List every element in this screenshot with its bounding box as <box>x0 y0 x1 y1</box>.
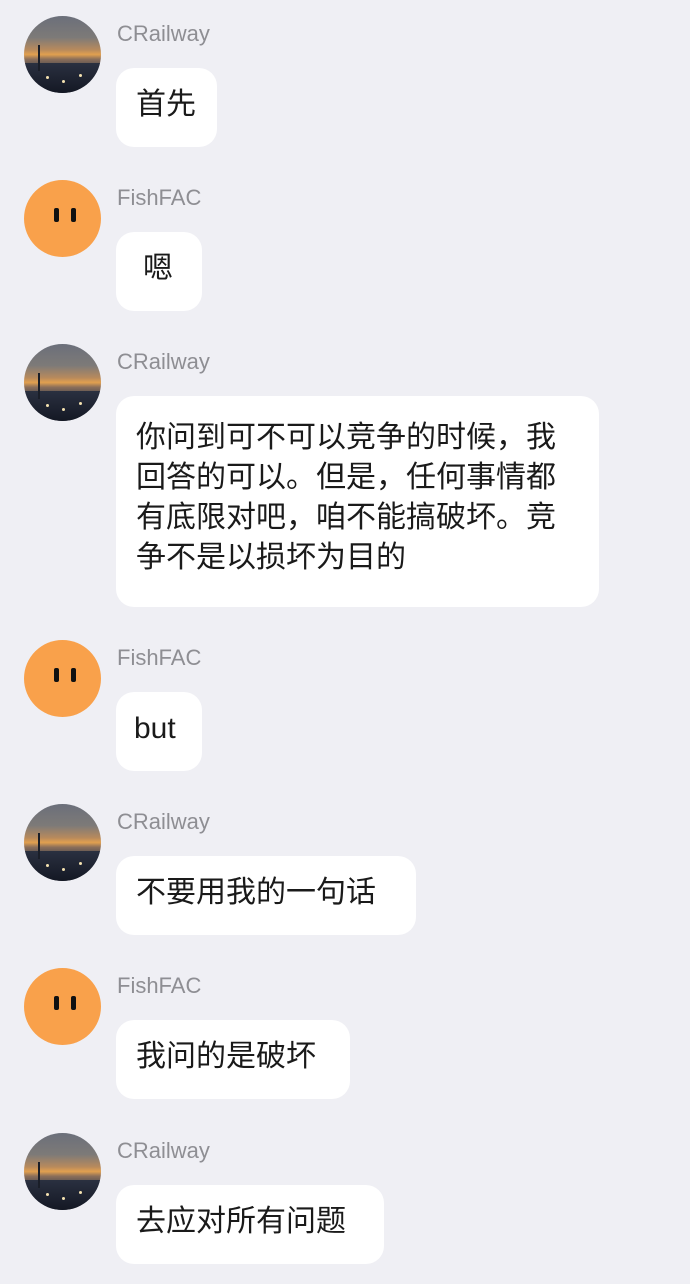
message-bubble[interactable]: 去应对所有问题 <box>116 1185 384 1264</box>
message-bubble[interactable]: 你问到可不可以竞争的时候，我回答的可以。但是，任何事情都有底限对吧，咱不能搞破坏… <box>116 396 599 607</box>
message-bubble[interactable]: but <box>116 692 202 771</box>
avatar[interactable] <box>24 180 101 257</box>
sender-name: CRailway <box>117 809 210 834</box>
avatar[interactable] <box>24 1133 101 1210</box>
sender-name: CRailway <box>117 21 210 46</box>
sender-name: FishFAC <box>117 185 202 210</box>
message-bubble[interactable]: 不要用我的一句话 <box>116 856 416 935</box>
avatar[interactable] <box>24 968 101 1045</box>
sender-name: CRailway <box>117 349 210 374</box>
avatar[interactable] <box>24 344 101 421</box>
avatar[interactable] <box>24 804 101 881</box>
message-bubble[interactable]: 首先 <box>116 68 217 147</box>
message-bubble[interactable]: 嗯 <box>116 232 202 311</box>
avatar[interactable] <box>24 640 101 717</box>
message-bubble[interactable]: 我问的是破坏 <box>116 1020 350 1099</box>
chat-message-list[interactable]: CRailway 首先 FishFAC 嗯 CRailway 你问到可不可以竞争… <box>0 0 690 1284</box>
avatar[interactable] <box>24 16 101 93</box>
sender-name: FishFAC <box>117 645 202 670</box>
sender-name: CRailway <box>117 1138 210 1163</box>
sender-name: FishFAC <box>117 973 202 998</box>
